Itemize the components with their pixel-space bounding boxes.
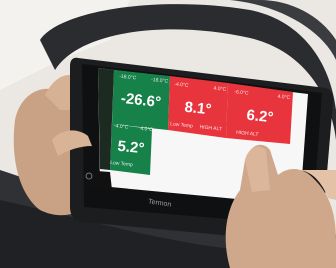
zone1-top-right: -18.0°C	[150, 76, 169, 85]
zone2-temperature: 8.1°	[183, 98, 213, 118]
zone4-top-left: -4.0°C	[113, 123, 129, 131]
zone3-top-right: 4.0°C	[277, 93, 291, 102]
zone-tile-2[interactable]: -4.0°C 4.0°C 8.1° Low Temp HIGH ALT	[168, 81, 228, 132]
zone-tile-3[interactable]: -6.0°C 4.0°C 6.2° HIGH ALT	[228, 89, 292, 139]
zone1-top-left: -18.0°C	[119, 73, 137, 82]
zone1-temperature: -26.6°	[120, 89, 162, 111]
zone3-top-left: -6.0°C	[234, 89, 249, 97]
zone2-top-right: 4.0°C	[213, 85, 227, 93]
zone4-top-right: 4.0°C	[140, 125, 154, 134]
zone-tile-1[interactable]: -18.0°C -18.0°C -26.6°	[112, 73, 170, 122]
zone4-temperature: 5.2°	[116, 137, 146, 157]
zone-tile-4[interactable]: -4.0°C 4.0°C 5.2° Low Temp	[108, 123, 154, 168]
zone3-temperature: 6.2°	[245, 106, 275, 126]
zone2-top-left: -4.0°C	[174, 81, 189, 89]
